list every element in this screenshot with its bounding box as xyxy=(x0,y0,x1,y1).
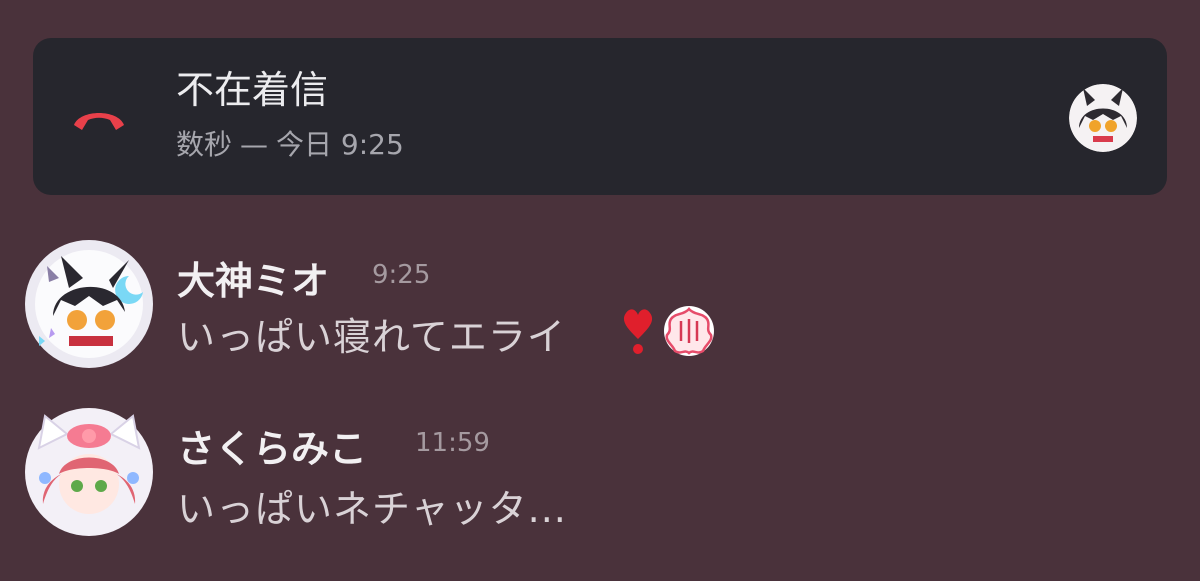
message-timestamp: 11:59 xyxy=(415,428,490,458)
message-author[interactable]: 大神ミオ xyxy=(177,250,329,305)
message-mio[interactable]: 大神ミオ 9:25 いっぱい寝れてエライ xyxy=(0,232,1200,368)
miko-avatar[interactable] xyxy=(25,408,153,536)
caller-avatar[interactable] xyxy=(1069,84,1137,152)
message-author[interactable]: さくらみこ xyxy=(177,418,367,473)
heavy-red-exclamation-icon xyxy=(623,309,653,354)
message-miko[interactable]: さくらみこ 11:59 いっぱいネチャッタ... xyxy=(0,400,1200,536)
message-timestamp: 9:25 xyxy=(372,260,431,290)
phone-hangup-icon xyxy=(74,113,124,130)
message-text: いっぱい寝れてエライ xyxy=(177,315,566,359)
call-time: 今日 9:25 xyxy=(276,128,404,161)
missed-call-card[interactable] xyxy=(33,38,1167,195)
message-text: いっぱいネチャッタ... xyxy=(177,487,567,531)
mio-avatar[interactable] xyxy=(25,240,153,368)
sakura-stamp-icon xyxy=(664,306,714,356)
call-separator: — xyxy=(240,128,269,161)
call-title: 不在着信 xyxy=(176,68,329,112)
call-meta: 数秒 — 今日 9:25 xyxy=(176,128,404,161)
call-duration: 数秒 xyxy=(176,128,233,161)
